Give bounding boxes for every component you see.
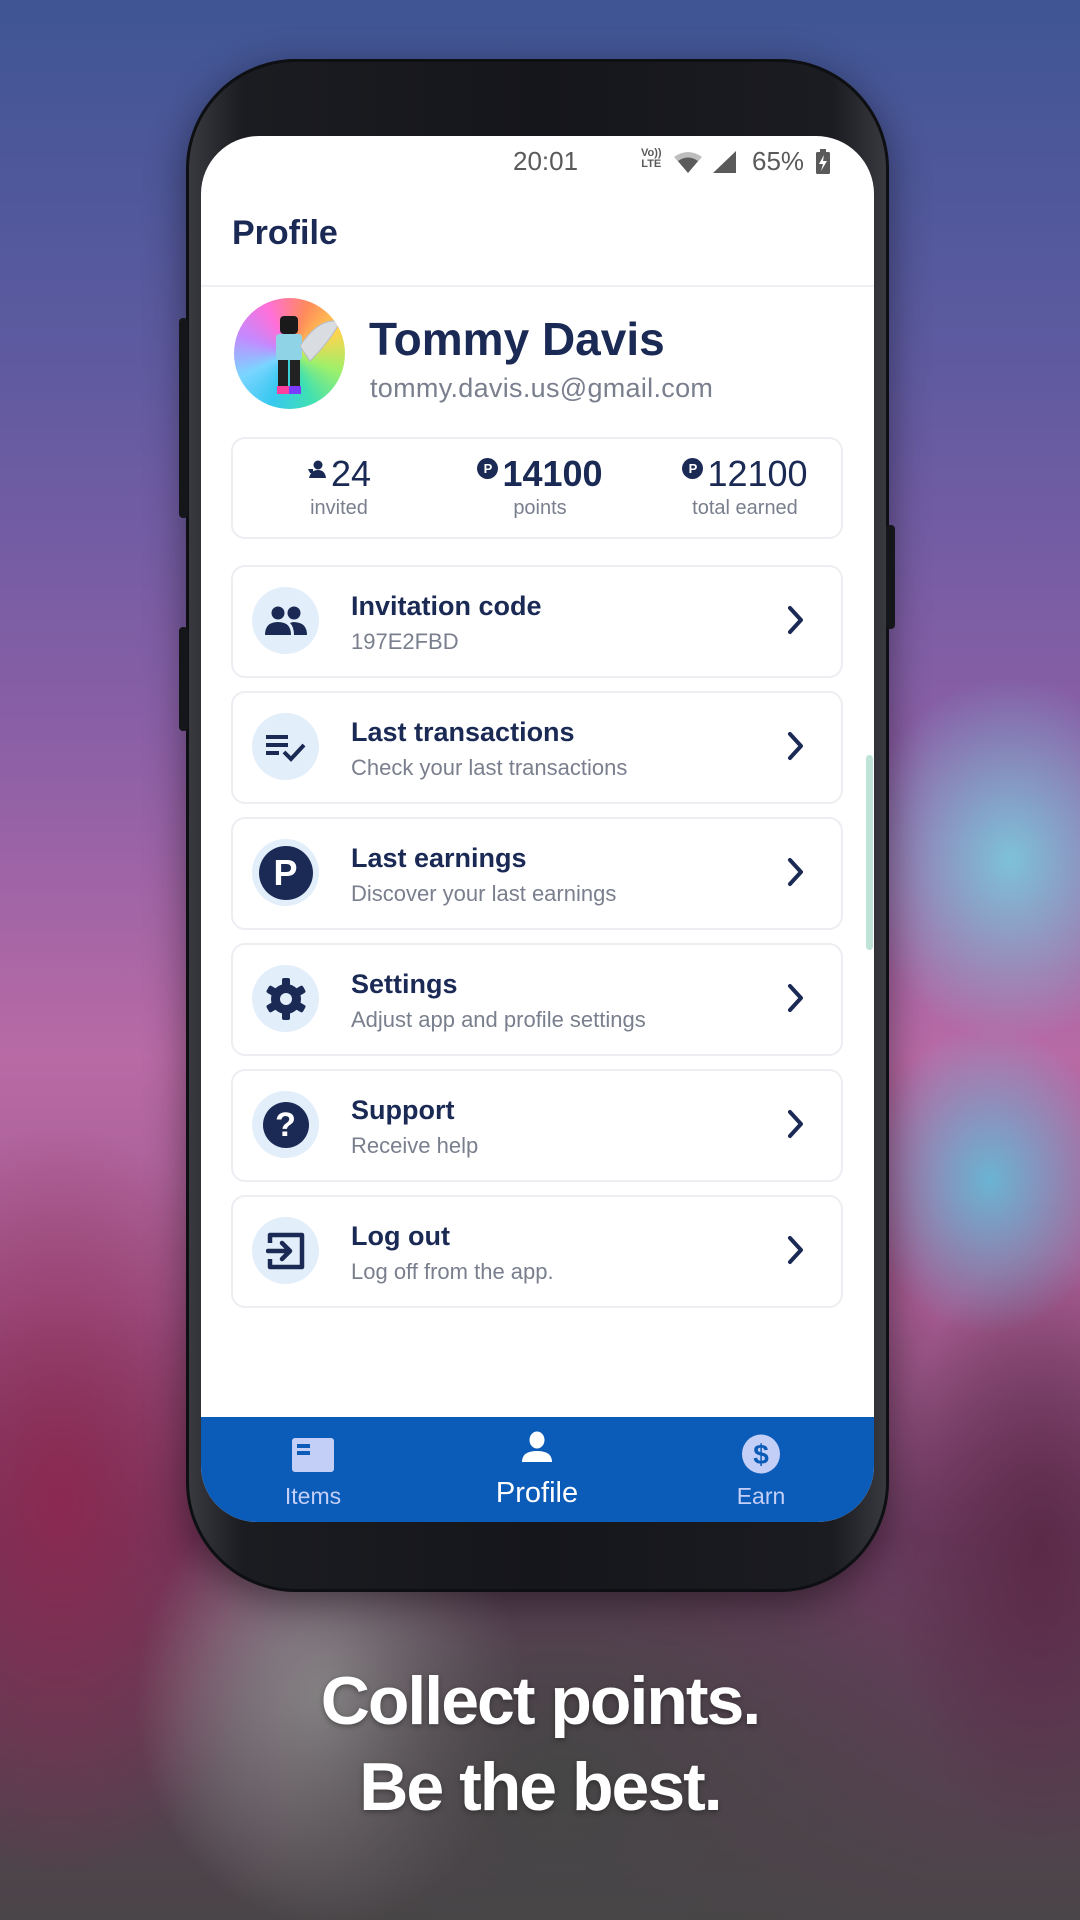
menu-item-invitation-code[interactable]: Invitation code 197E2FBD: [231, 565, 843, 678]
list-check-icon: [265, 734, 305, 762]
menu-icon-container: [252, 587, 319, 654]
svg-text:$: $: [753, 1439, 769, 1470]
logout-icon: [265, 1232, 304, 1269]
menu-icon-container: [252, 1217, 319, 1284]
nav-item-items[interactable]: Items: [201, 1417, 425, 1522]
stat-points: P 14100 points: [465, 453, 615, 520]
battery-charging-icon: [816, 149, 830, 174]
points-coin-icon: P: [477, 457, 499, 479]
menu-subtitle: Adjust app and profile settings: [351, 1007, 646, 1032]
menu-title: Last transactions: [351, 717, 575, 747]
person-icon: [522, 1431, 552, 1462]
menu-item-last-transactions[interactable]: Last transactions Check your last transa…: [231, 691, 843, 804]
phone-power-button: [886, 525, 895, 629]
stat-total-earned-label: total earned: [692, 497, 798, 519]
phone-volume-down-button: [179, 627, 188, 731]
menu-item-log-out[interactable]: Log out Log off from the app.: [231, 1195, 843, 1308]
nav-label-earn: Earn: [736, 1483, 786, 1509]
menu-icon-container: [252, 713, 319, 780]
nav-label-profile: Profile: [495, 1477, 579, 1509]
page-title: Profile: [232, 214, 338, 252]
menu-icon-container: ?: [252, 1091, 319, 1158]
items-icon: [292, 1438, 334, 1472]
chevron-right-icon: [788, 984, 803, 1012]
menu-title: Support: [351, 1095, 455, 1125]
menu-subtitle: Discover your last earnings: [351, 881, 617, 906]
stat-total-earned: P 12100 total earned: [665, 453, 825, 520]
stat-invited-label: invited: [310, 497, 368, 519]
volte-icon: Vo)) LTE: [641, 148, 662, 170]
menu-title: Settings: [351, 969, 458, 999]
stat-points-label: points: [513, 497, 567, 519]
header-divider: [201, 285, 874, 287]
phone-volume-up-button: [179, 318, 188, 518]
menu-icon-container: P: [252, 839, 319, 906]
help-circle-icon: ?: [262, 1101, 309, 1148]
menu-icon-container: [252, 965, 319, 1032]
nav-label-items: Items: [284, 1483, 342, 1509]
menu-title: Log out: [351, 1221, 450, 1251]
invitation-code-value: 197E2FBD: [351, 629, 459, 654]
stats-card: 24 invited P 14100 points P 12100 total …: [231, 437, 843, 539]
stat-total-earned-value: 12100: [707, 453, 808, 494]
user-name: Tommy Davis: [369, 313, 665, 365]
dollar-circle-icon: $: [742, 1434, 780, 1474]
stat-invited: 24 invited: [269, 453, 409, 520]
battery-percent: 65%: [752, 146, 805, 176]
scrollbar[interactable]: [866, 755, 873, 950]
menu-item-last-earnings[interactable]: P Last earnings Discover your last earni…: [231, 817, 843, 930]
chevron-right-icon: [788, 1110, 803, 1138]
group-icon: [264, 606, 307, 635]
person-icon: [307, 460, 326, 478]
avatar[interactable]: [234, 298, 345, 409]
menu-subtitle: Log off from the app.: [351, 1259, 554, 1284]
points-coin-icon: P: [258, 845, 313, 900]
nav-item-earn[interactable]: $ Earn: [649, 1417, 873, 1522]
bottom-nav: Items Profile $ Earn: [201, 1417, 874, 1522]
signal-icon: [713, 151, 736, 173]
menu-item-settings[interactable]: Settings Adjust app and profile settings: [231, 943, 843, 1056]
gear-icon: [266, 977, 305, 1020]
chevron-right-icon: [788, 732, 803, 760]
menu-title: Last earnings: [351, 843, 527, 873]
wifi-icon: [674, 152, 702, 173]
status-bar: 20:01 Vo)) LTE 65%: [201, 136, 874, 186]
menu-item-support[interactable]: ? Support Receive help: [231, 1069, 843, 1182]
chevron-right-icon: [788, 858, 803, 886]
stat-invited-value: 24: [330, 453, 372, 494]
points-coin-icon: P: [682, 457, 704, 479]
lte-label: LTE: [641, 158, 662, 170]
menu-title: Invitation code: [351, 591, 542, 621]
nav-item-profile[interactable]: Profile: [425, 1417, 649, 1522]
tagline-line-2: Be the best.: [359, 1749, 722, 1825]
status-time: 20:01: [513, 146, 579, 176]
menu-subtitle: Check your last transactions: [351, 755, 628, 780]
tagline-line-1: Collect points.: [320, 1663, 761, 1739]
chevron-right-icon: [788, 606, 803, 634]
avatar-wing: [300, 320, 340, 362]
app-screen: 20:01 Vo)) LTE 65% Profile Tommy Davis t…: [201, 136, 874, 1522]
stat-points-value: 14100: [502, 453, 603, 494]
chevron-right-icon: [788, 1236, 803, 1264]
user-email: tommy.davis.us@gmail.com: [370, 373, 714, 403]
menu-subtitle: Receive help: [351, 1133, 479, 1158]
